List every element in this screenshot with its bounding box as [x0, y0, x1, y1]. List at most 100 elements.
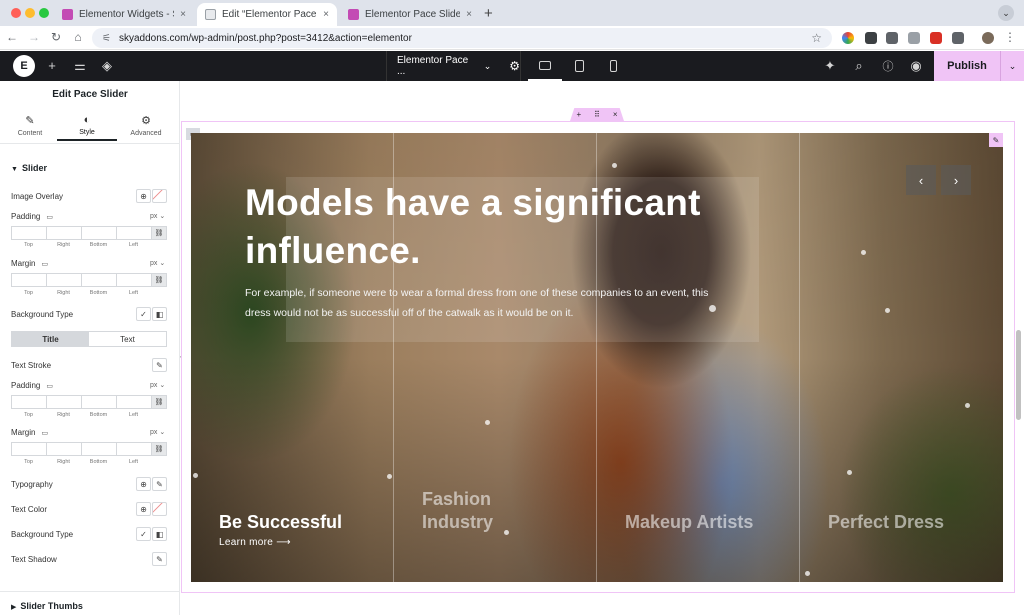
global-icon[interactable]: ⊕ — [136, 502, 151, 516]
bookmark-star-icon[interactable]: ☆ — [811, 31, 822, 45]
global-icon[interactable]: ⊕ — [136, 477, 151, 491]
margin-bottom-input[interactable] — [81, 442, 116, 456]
margin-right-input[interactable] — [46, 442, 81, 456]
padding-right-input[interactable] — [46, 395, 81, 409]
link-values-icon[interactable]: ⛓ — [151, 226, 167, 240]
tab-close-icon[interactable]: × — [323, 9, 329, 20]
structure-layers-icon[interactable]: ◈ — [99, 58, 115, 74]
browser-tab-widgets[interactable]: Elementor Widgets - Sky Addons × — [54, 3, 194, 26]
publish-button[interactable]: Publish — [934, 51, 1000, 81]
text-segment[interactable]: Text — [89, 332, 166, 346]
forward-arrow-icon[interactable]: → — [26, 30, 42, 44]
title-segment[interactable]: Title — [12, 332, 89, 346]
minimize-window-button[interactable] — [25, 8, 35, 18]
tab-search-button[interactable]: ⌄ — [998, 5, 1014, 21]
gradient-icon[interactable]: ◧ — [152, 307, 167, 321]
address-bar[interactable]: ⚟ skyaddons.com/wp-admin/post.php?post=3… — [92, 28, 832, 48]
brush-icon[interactable]: ✓ — [136, 307, 151, 321]
learn-more-link[interactable]: Learn more ⟶ — [219, 537, 291, 548]
padding-left-input[interactable] — [116, 226, 151, 240]
gradient-icon[interactable]: ◧ — [152, 527, 167, 541]
link-values-icon[interactable]: ⛓ — [151, 442, 167, 456]
color-picker-button[interactable] — [152, 502, 167, 516]
padding-left-input[interactable] — [116, 395, 151, 409]
help-icon[interactable]: ⓘ — [880, 58, 896, 74]
close-window-button[interactable] — [11, 8, 21, 18]
slider-thumb-makeup-artists[interactable]: Makeup Artists — [625, 511, 753, 534]
notifications-icon[interactable]: ✦ — [822, 58, 838, 74]
margin-right-input[interactable] — [46, 273, 81, 287]
search-icon[interactable]: ⌕ — [851, 58, 867, 74]
browser-tab-edit[interactable]: Edit “Elementor Pace Slider Widget” × — [197, 3, 337, 26]
tab-close-icon[interactable]: × — [466, 9, 472, 20]
editor-panel: Edit Pace Slider ✎ Content ◐ Style ⚙ Adv… — [0, 81, 180, 615]
prev-arrow-button[interactable]: ‹ — [906, 165, 936, 195]
tab-content[interactable]: ✎ Content — [0, 114, 60, 137]
add-element-icon[interactable]: + — [44, 58, 60, 73]
unit-select[interactable]: px ⌄ — [150, 212, 165, 220]
padding-top-input[interactable] — [11, 395, 46, 409]
elementor-logo-icon[interactable]: E — [13, 55, 35, 77]
puzzle-extension-icon[interactable] — [952, 32, 964, 44]
section-slider-thumbs-header[interactable]: ▶ Slider Thumbs — [0, 591, 179, 615]
unit-select[interactable]: px ⌄ — [150, 381, 165, 389]
slider-thumb-be-successful[interactable]: Be Successful — [219, 511, 342, 534]
drag-handle-icon[interactable]: ⠿ — [594, 110, 600, 119]
margin-left-input[interactable] — [116, 273, 151, 287]
unit-select[interactable]: px ⌄ — [150, 428, 165, 436]
padding-top-input[interactable] — [11, 226, 46, 240]
page-settings-dropdown[interactable]: Elementor Pace ... ⌄ ⚙ — [386, 51, 521, 81]
tab-advanced[interactable]: ⚙ Advanced — [116, 114, 176, 137]
browser-tab-pace-slider[interactable]: Elementor Pace Slider Widget × — [340, 3, 480, 26]
shield-extension-icon[interactable] — [865, 32, 877, 44]
brush-icon[interactable]: ✓ — [136, 527, 151, 541]
reload-icon[interactable]: ↻ — [48, 30, 64, 44]
font-extension-icon[interactable] — [930, 32, 942, 44]
margin-left-input[interactable] — [116, 442, 151, 456]
margin-top-input[interactable] — [11, 273, 46, 287]
padding-right-input[interactable] — [46, 226, 81, 240]
slider-thumb-fashion-industry[interactable]: Fashion Industry — [422, 488, 522, 534]
preview-eye-icon[interactable]: ◉ — [908, 58, 924, 74]
site-settings-sliders-icon[interactable]: ⚌ — [72, 58, 88, 74]
back-arrow-icon[interactable]: ← — [4, 30, 20, 44]
slider-thumb-perfect-dress[interactable]: Perfect Dress — [828, 511, 944, 534]
edit-pencil-icon[interactable]: ✎ — [152, 552, 167, 566]
add-section-icon[interactable]: + — [576, 110, 581, 119]
margin-top-input[interactable] — [11, 442, 46, 456]
next-arrow-button[interactable]: › — [941, 165, 971, 195]
edit-pencil-icon[interactable]: ✎ — [152, 477, 167, 491]
publish-options-chevron-icon[interactable]: ⌄ — [1000, 51, 1024, 81]
delete-section-icon[interactable]: × — [613, 110, 618, 119]
global-icon[interactable]: ⊕ — [136, 189, 151, 203]
profile-avatar[interactable] — [982, 32, 994, 44]
gear-icon[interactable]: ⚙ — [509, 59, 520, 73]
canvas-scrollbar[interactable] — [1016, 330, 1021, 420]
link-values-icon[interactable]: ⛓ — [151, 395, 167, 409]
link-values-icon[interactable]: ⛓ — [151, 273, 167, 287]
new-tab-button[interactable]: + — [484, 5, 493, 22]
section-handle[interactable]: + ⠿ × — [570, 108, 624, 121]
maximize-window-button[interactable] — [39, 8, 49, 18]
site-settings-icon[interactable]: ⚟ — [102, 33, 111, 44]
home-icon[interactable]: ⌂ — [70, 30, 86, 44]
edit-pencil-icon[interactable]: ✎ — [152, 358, 167, 372]
tab-style[interactable]: ◐ Style — [57, 114, 117, 141]
mail-extension-icon[interactable] — [886, 32, 898, 44]
chrome-extension-icon[interactable] — [842, 32, 854, 44]
color-picker-button[interactable] — [152, 189, 167, 203]
tablet-view-button[interactable] — [562, 51, 596, 81]
desktop-view-button[interactable] — [528, 51, 562, 81]
tab-close-icon[interactable]: × — [180, 9, 186, 20]
unit-select[interactable]: px ⌄ — [150, 259, 165, 267]
more-menu-icon[interactable]: ⋮ — [1002, 30, 1018, 44]
mobile-view-button[interactable] — [596, 51, 630, 81]
edit-widget-pencil-icon[interactable]: ✎ — [989, 133, 1003, 147]
padding-bottom-input[interactable] — [81, 395, 116, 409]
text-stroke-label: Text Stroke — [11, 361, 52, 370]
padding-bottom-input[interactable] — [81, 226, 116, 240]
section-slider-header[interactable]: ▼ Slider — [11, 163, 47, 173]
image-extension-icon[interactable] — [908, 32, 920, 44]
background-type-label: Background Type — [11, 310, 74, 319]
margin-bottom-input[interactable] — [81, 273, 116, 287]
